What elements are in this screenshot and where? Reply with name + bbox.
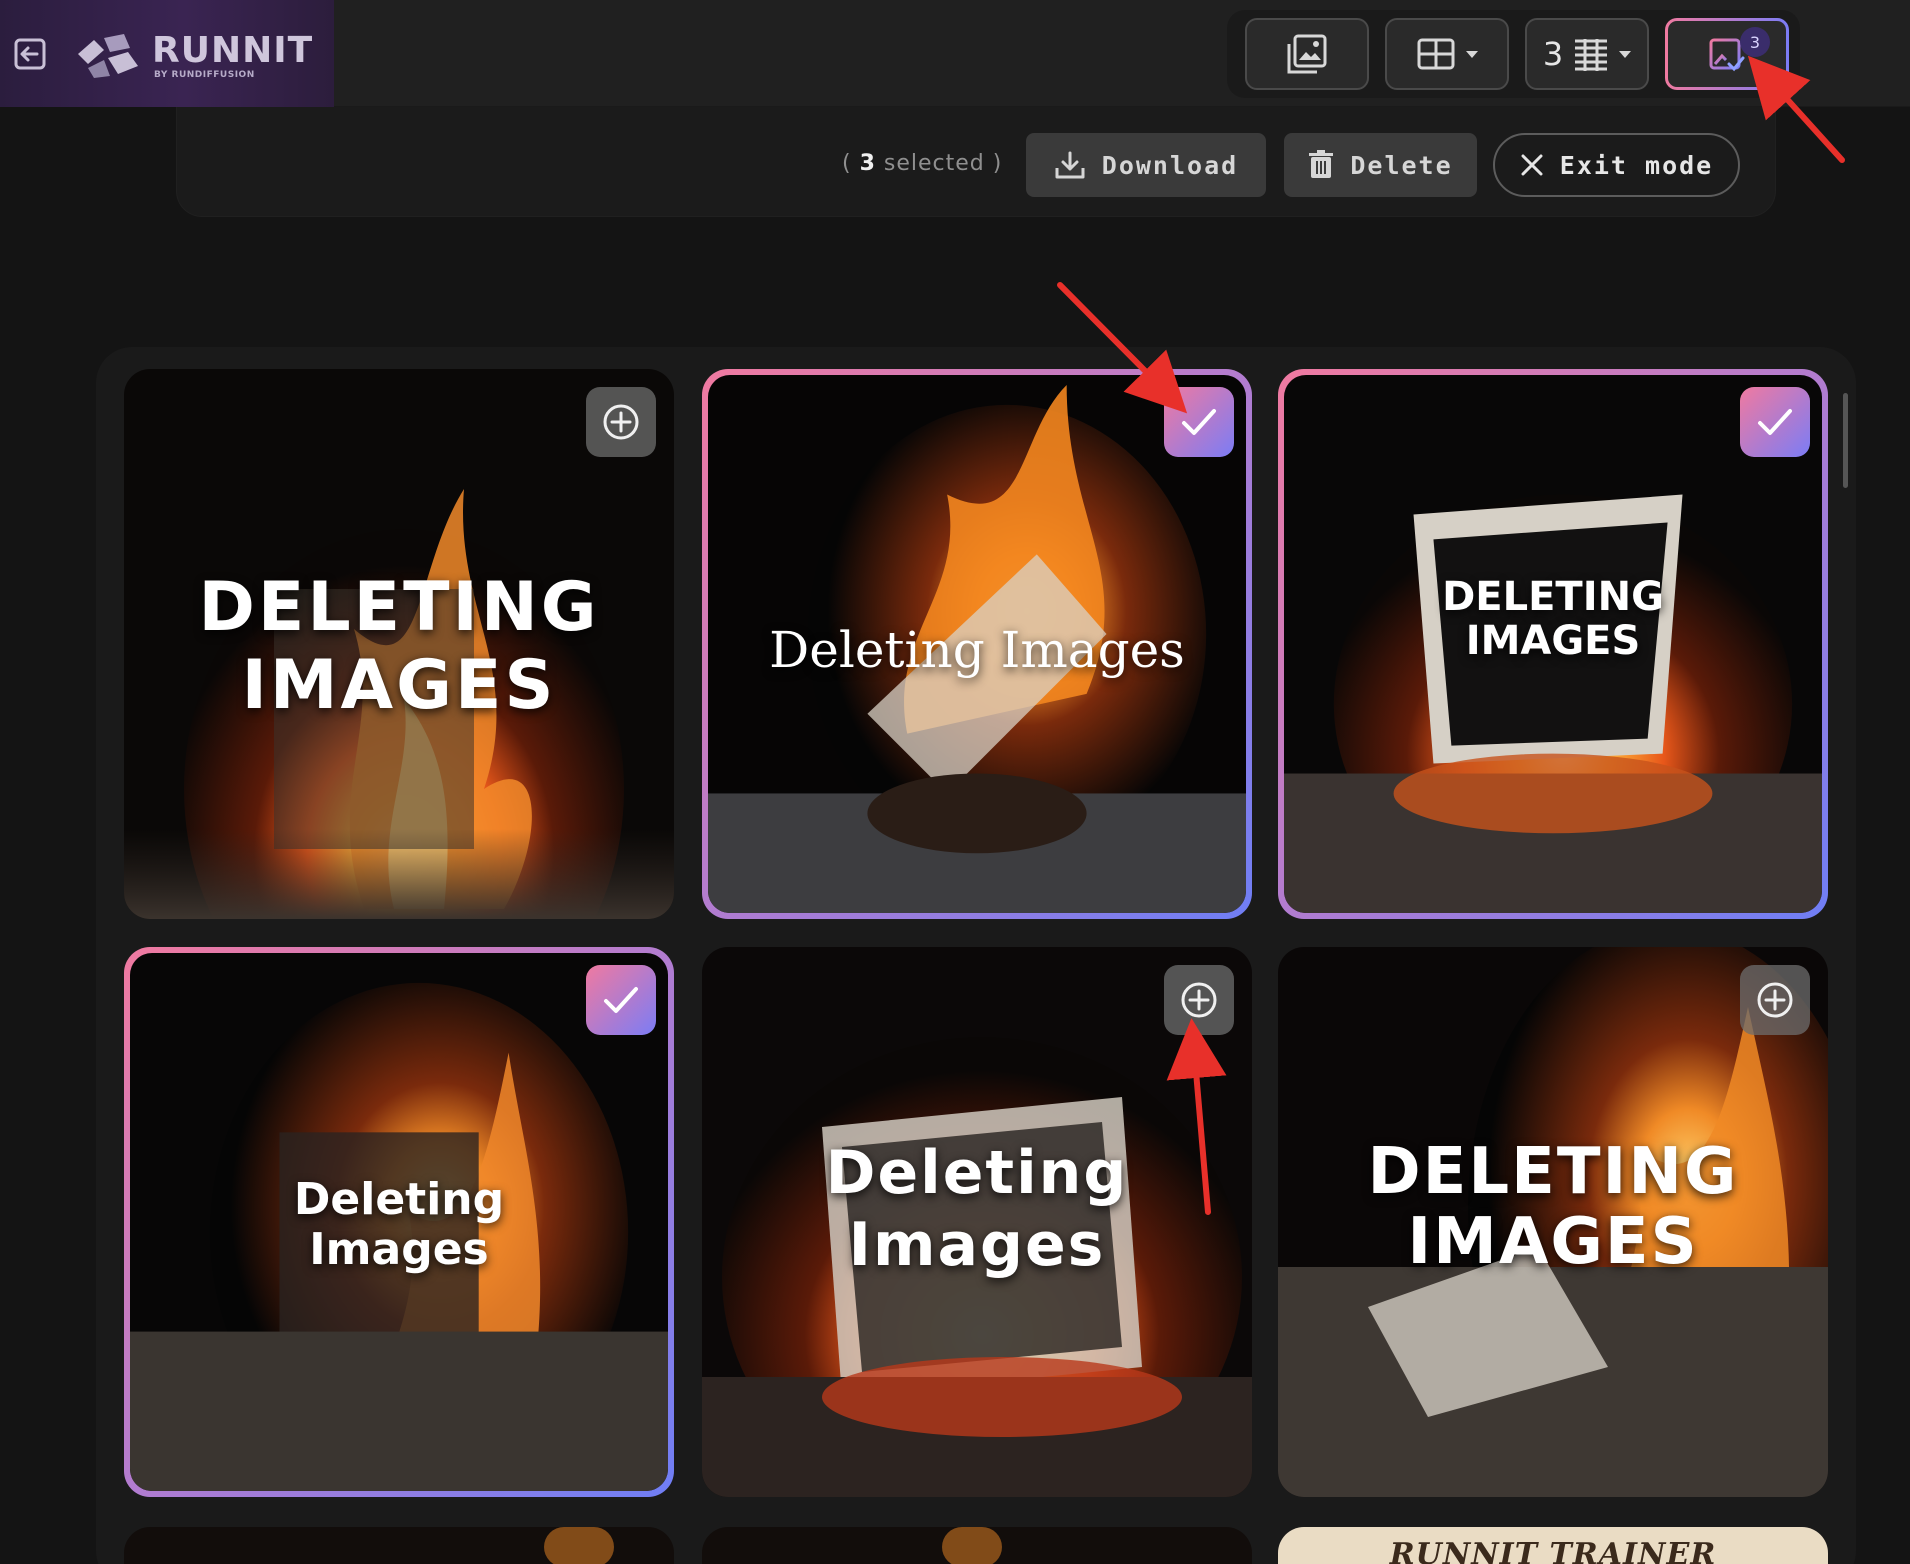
selected-count-badge: 3 <box>1740 27 1770 57</box>
chevron-down-icon <box>1466 50 1478 58</box>
check-icon <box>1758 409 1792 435</box>
plus-circle-icon <box>1757 982 1793 1018</box>
gallery-card-3[interactable]: DELETING IMAGES <box>1278 369 1828 919</box>
check-icon <box>1182 409 1216 435</box>
card-caption: DELETING IMAGES <box>1367 1135 1739 1279</box>
card-caption: RUNNIT TRAINER <box>1389 1537 1717 1564</box>
plus-circle-icon <box>1181 982 1217 1018</box>
gallery-card-6[interactable]: DELETING IMAGES <box>1278 947 1828 1497</box>
exit-mode-button[interactable]: Exit mode <box>1493 133 1740 197</box>
add-to-selection-button[interactable] <box>586 387 656 457</box>
scrollbar-thumb[interactable] <box>1843 393 1848 488</box>
image-gallery-icon <box>1287 34 1327 74</box>
selected-check-button[interactable] <box>586 965 656 1035</box>
list-columns-icon <box>1575 39 1608 71</box>
brand-area: RUNNIT BY RUNDIFFUSION <box>0 0 334 107</box>
gallery-card-5[interactable]: Deleting Images <box>702 947 1252 1497</box>
view-toolbar: 3 3 <box>1227 10 1800 98</box>
card-image: DELETING IMAGES <box>1284 375 1822 913</box>
card-image: Deleting Images <box>708 375 1246 913</box>
add-to-selection-button[interactable] <box>1164 965 1234 1035</box>
top-bar: RUNNIT BY RUNDIFFUSION 3 3 <box>0 0 1910 107</box>
gallery-card-7[interactable] <box>124 1527 674 1564</box>
gallery-card-8[interactable] <box>702 1527 1252 1564</box>
gallery-card-9[interactable]: RUNNIT TRAINER <box>1278 1527 1828 1564</box>
download-icon <box>1055 151 1085 179</box>
card-image <box>544 1527 614 1564</box>
card-caption: Deleting Images <box>825 1138 1129 1280</box>
card-caption: DELETING IMAGES <box>1442 574 1664 664</box>
delete-label: Delete <box>1350 150 1453 180</box>
check-icon <box>604 987 638 1013</box>
select-mode-button[interactable]: 3 <box>1665 18 1789 90</box>
grid-view-button[interactable] <box>1385 18 1509 90</box>
chevron-down-icon <box>1619 50 1632 58</box>
brand-subtitle: BY RUNDIFFUSION <box>154 70 255 80</box>
selected-check-button[interactable] <box>1164 387 1234 457</box>
selected-count-text: ( 3 selected ) <box>842 151 1002 176</box>
columns-select-button[interactable]: 3 <box>1525 18 1649 90</box>
card-caption: Deleting Images <box>769 621 1185 679</box>
add-to-selection-button[interactable] <box>1740 965 1810 1035</box>
delete-button[interactable]: Delete <box>1284 133 1477 197</box>
gallery-card-4[interactable]: Deleting Images <box>124 947 674 1497</box>
exit-mode-label: Exit mode <box>1559 150 1714 180</box>
trash-icon <box>1309 150 1334 178</box>
selected-open-paren: ( <box>842 151 852 176</box>
card-image: Deleting Images <box>130 953 668 1491</box>
card-caption: DELETING IMAGES <box>198 568 600 725</box>
exit-icon[interactable] <box>10 34 50 74</box>
runnit-logo-icon <box>78 34 138 78</box>
grid-icon <box>1417 38 1455 70</box>
selected-count-number: 3 <box>859 151 876 176</box>
selected-label: selected <box>875 151 985 176</box>
card-image <box>942 1527 1002 1564</box>
gallery-card-2[interactable]: Deleting Images <box>702 369 1252 919</box>
gallery-view-button[interactable] <box>1245 18 1369 90</box>
columns-count: 3 <box>1542 35 1564 73</box>
close-icon <box>1521 154 1543 176</box>
selected-check-button[interactable] <box>1740 387 1810 457</box>
selected-close-paren: ) <box>992 151 1003 176</box>
download-button[interactable]: Download <box>1026 133 1266 197</box>
selection-action-bar: ( 3 selected ) Download Delete Exit mode <box>176 107 1776 217</box>
brand-name: RUNNIT <box>152 30 314 71</box>
gallery-card-1[interactable]: DELETING IMAGES <box>124 369 674 919</box>
card-caption: Deleting Images <box>293 1174 505 1275</box>
download-label: Download <box>1101 150 1239 180</box>
plus-circle-icon <box>603 404 639 440</box>
